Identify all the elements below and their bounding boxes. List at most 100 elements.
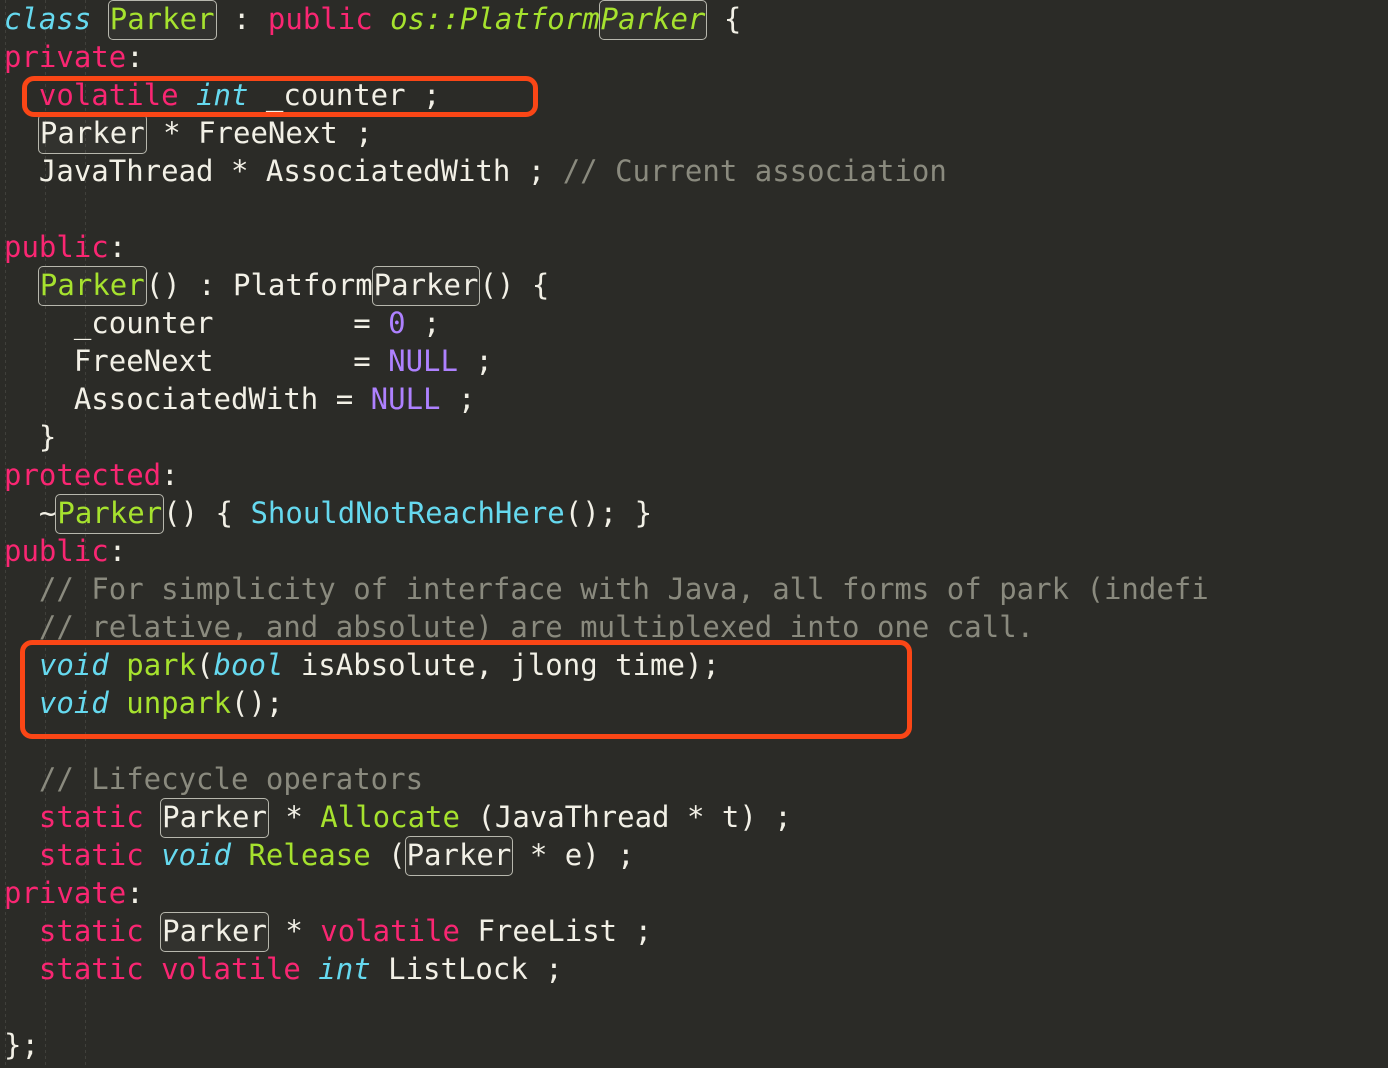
code-line-16[interactable]: // For simplicity of interface with Java… bbox=[0, 570, 1388, 608]
punct-semicolon-10: ; bbox=[457, 344, 493, 378]
literal-null-2: NULL bbox=[370, 382, 441, 416]
dtor-body-open: () { bbox=[163, 496, 251, 530]
keyword-static-3: static bbox=[38, 914, 162, 948]
access-specifier-public-2: public bbox=[4, 534, 109, 568]
punct-star-22: * bbox=[267, 800, 321, 834]
occurrence-parker-6[interactable]: Parker bbox=[55, 494, 165, 534]
punct-colon-4: : bbox=[161, 458, 179, 492]
code-line-26[interactable]: static volatile int ListLock ; bbox=[0, 950, 1388, 988]
method-release[interactable]: Release bbox=[248, 838, 370, 872]
space-23 bbox=[231, 838, 248, 872]
code-line-14[interactable]: ~Parker() { ShouldNotReachHere(); } bbox=[0, 494, 1388, 534]
code-line-6[interactable] bbox=[0, 190, 1388, 228]
punct-colon-1: : bbox=[215, 2, 268, 36]
code-editor-viewport[interactable]: class Parker : public os::PlatformParker… bbox=[0, 0, 1388, 1068]
code-line-1[interactable]: class Parker : public os::PlatformParker… bbox=[0, 0, 1388, 40]
code-line-18[interactable]: void park(bool isAbsolute, jlong time); bbox=[0, 646, 1388, 684]
call-shouldnotreachhere[interactable]: ShouldNotReachHere bbox=[250, 496, 564, 530]
code-line-19[interactable]: void unpark(); bbox=[0, 684, 1388, 722]
occurrence-parker-5[interactable]: Parker bbox=[371, 266, 481, 306]
code-line-11[interactable]: AssociatedWith = NULL ; bbox=[0, 380, 1388, 418]
method-unpark[interactable]: unpark bbox=[126, 686, 231, 720]
keyword-volatile-3: volatile bbox=[161, 952, 319, 986]
indent-4 bbox=[4, 116, 39, 150]
type-void-1: void bbox=[38, 648, 109, 682]
ctor-init-list: () : Platform bbox=[145, 268, 373, 302]
release-params: * e) ; bbox=[512, 838, 635, 872]
keyword-volatile-2: volatile bbox=[320, 914, 460, 948]
type-int-2: int bbox=[318, 952, 371, 986]
code-line-25[interactable]: static Parker * volatile FreeList ; bbox=[0, 912, 1388, 952]
code-line-3[interactable]: volatile int _counter ; bbox=[0, 76, 1388, 114]
occurrence-parker-4[interactable]: Parker bbox=[37, 266, 147, 306]
literal-zero: 0 bbox=[388, 306, 406, 340]
occurrence-parker-1[interactable]: Parker bbox=[107, 0, 217, 40]
code-line-7[interactable]: public: bbox=[0, 228, 1388, 266]
indent-22 bbox=[4, 800, 39, 834]
member-associatedwith: JavaThread * AssociatedWith ; bbox=[4, 154, 563, 188]
space-18 bbox=[109, 648, 126, 682]
type-bool: bool bbox=[213, 648, 284, 682]
code-line-28[interactable]: }; bbox=[0, 1026, 1388, 1064]
occurrence-parker-9[interactable]: Parker bbox=[160, 912, 269, 952]
assign-counter: _counter = bbox=[4, 306, 389, 340]
indent-8 bbox=[4, 268, 39, 302]
keyword-static-4: static bbox=[38, 952, 162, 986]
code-line-4[interactable]: Parker * FreeNext ; bbox=[0, 114, 1388, 154]
code-line-12[interactable]: } bbox=[0, 418, 1388, 456]
comment-lifecycle-operators: // Lifecycle operators bbox=[38, 762, 424, 796]
code-line-27[interactable] bbox=[0, 988, 1388, 1026]
method-allocate[interactable]: Allocate bbox=[320, 800, 460, 834]
occurrence-parker-7[interactable]: Parker bbox=[160, 798, 269, 838]
access-specifier-protected: protected bbox=[4, 458, 162, 492]
literal-null-1: NULL bbox=[388, 344, 458, 378]
code-line-20[interactable] bbox=[0, 722, 1388, 760]
punct-open-paren-23: ( bbox=[370, 838, 406, 872]
code-line-23[interactable]: static void Release (Parker * e) ; bbox=[0, 836, 1388, 876]
comment-simplicity-2: // relative, and absolute) are multiplex… bbox=[4, 610, 1035, 644]
keyword-static-1: static bbox=[38, 800, 162, 834]
type-void-3: void bbox=[161, 838, 231, 872]
indent-25 bbox=[4, 914, 39, 948]
code-line-10[interactable]: FreeNext = NULL ; bbox=[0, 342, 1388, 380]
ctor-open-brace: () { bbox=[479, 268, 550, 302]
source-code-block[interactable]: class Parker : public os::PlatformParker… bbox=[0, 0, 1388, 1064]
dtor-tilde: ~ bbox=[4, 496, 57, 530]
member-listlock: ListLock ; bbox=[370, 952, 563, 986]
indent-18 bbox=[4, 648, 39, 682]
code-line-5[interactable]: JavaThread * AssociatedWith ; // Current… bbox=[0, 152, 1388, 190]
punct-colon-6: : bbox=[126, 876, 144, 910]
member-freelist: FreeList ; bbox=[459, 914, 653, 948]
indent-19 bbox=[4, 686, 39, 720]
code-line-24[interactable]: private: bbox=[0, 874, 1388, 912]
punct-colon-3: : bbox=[108, 230, 127, 264]
access-specifier-public-1: public bbox=[4, 230, 109, 264]
comment-current-association: // Current association bbox=[562, 154, 947, 188]
code-line-17[interactable]: // relative, and absolute) are multiplex… bbox=[0, 608, 1388, 646]
code-line-22[interactable]: static Parker * Allocate (JavaThread * t… bbox=[0, 798, 1388, 838]
code-line-13[interactable]: protected: bbox=[0, 456, 1388, 494]
keyword-volatile-1: volatile bbox=[38, 78, 197, 112]
keyword-static-2: static bbox=[38, 838, 162, 872]
punct-open-brace-1: { bbox=[706, 2, 742, 36]
occurrence-parker-8[interactable]: Parker bbox=[404, 836, 514, 876]
method-park[interactable]: park bbox=[126, 648, 196, 682]
occurrence-parker-3[interactable]: Parker bbox=[37, 114, 147, 154]
code-line-15[interactable]: public: bbox=[0, 532, 1388, 570]
occurrence-parker-2[interactable]: Parker bbox=[598, 0, 708, 40]
keyword-class: class bbox=[4, 2, 109, 36]
punct-colon-2: : bbox=[126, 40, 144, 74]
punct-semicolon-11: ; bbox=[440, 382, 476, 416]
code-line-21[interactable]: // Lifecycle operators bbox=[0, 760, 1388, 798]
space-19 bbox=[109, 686, 126, 720]
code-line-8[interactable]: Parker() : PlatformParker() { bbox=[0, 266, 1388, 306]
type-void-2: void bbox=[38, 686, 109, 720]
member-freenext: * FreeNext ; bbox=[145, 116, 373, 150]
punct-star-25: * bbox=[267, 914, 321, 948]
punct-open-paren-18: ( bbox=[196, 648, 214, 682]
code-line-9[interactable]: _counter = 0 ; bbox=[0, 304, 1388, 342]
code-line-2[interactable]: private: bbox=[0, 38, 1388, 76]
access-specifier-private-1: private bbox=[4, 40, 127, 74]
punct-colon-5: : bbox=[108, 534, 127, 568]
indent-23 bbox=[4, 838, 39, 872]
